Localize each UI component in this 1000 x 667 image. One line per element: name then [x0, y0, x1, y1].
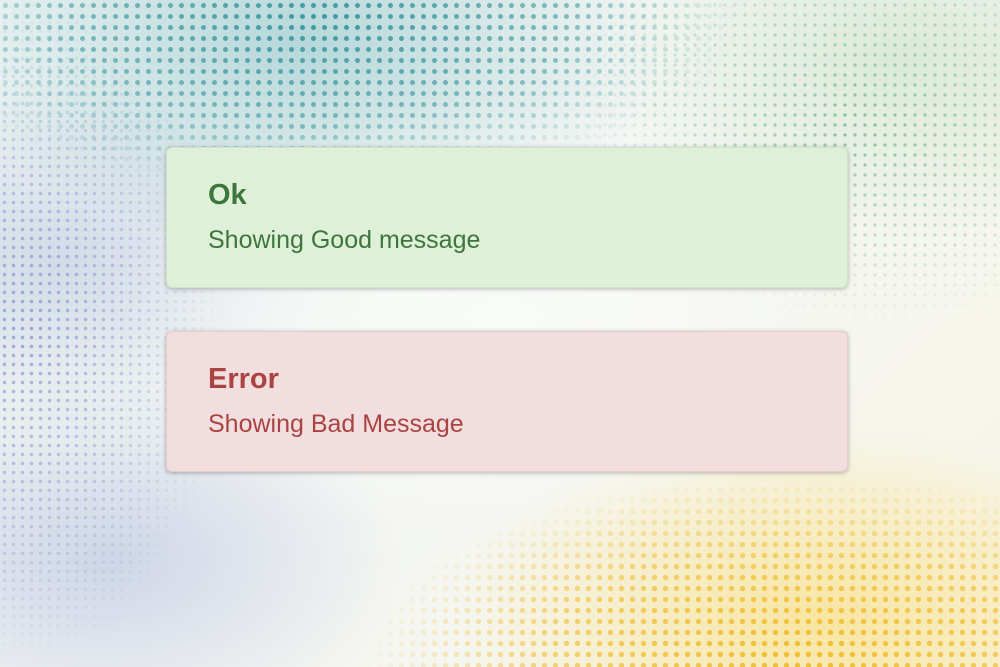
- error-alert-title: Error: [208, 363, 279, 395]
- error-alert: Error Showing Bad Message: [166, 331, 848, 472]
- error-alert-message: Showing Bad Message: [208, 410, 464, 438]
- success-alert-title: Ok: [208, 179, 247, 211]
- success-alert-message: Showing Good message: [208, 226, 481, 254]
- success-alert: Ok Showing Good message: [166, 147, 848, 288]
